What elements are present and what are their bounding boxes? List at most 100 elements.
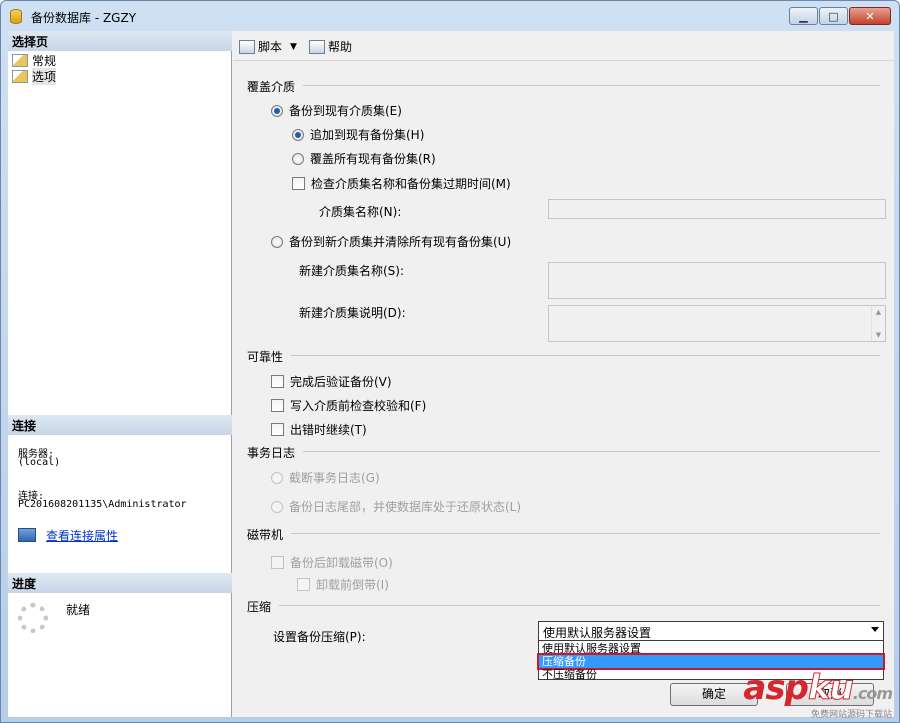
toolbar: 脚本 ▼ 帮助 xyxy=(233,31,894,61)
new-media-set-desc-input[interactable]: ▲ ▼ xyxy=(548,305,886,342)
chevron-down-icon[interactable]: ▼ xyxy=(876,331,881,339)
connection-header: 连接 xyxy=(8,415,232,435)
checkbox-perform-checksum[interactable]: 写入介质前检查校验和(F) xyxy=(271,397,426,414)
options-panel: 脚本 ▼ 帮助 覆盖介质 备份到现有介质集(E) 追加到现有备份集(H) 覆盖所… xyxy=(233,31,894,681)
select-page-header: 选择页 xyxy=(8,31,232,51)
compression-selected-value: 使用默认服务器设置 xyxy=(543,626,652,640)
watermark-logo-part: ku xyxy=(807,668,854,708)
section-title: 压缩 xyxy=(247,598,280,615)
help-button[interactable]: 帮助 xyxy=(309,38,352,55)
checkbox-unload-tape[interactable]: 备份后卸载磁带(O) xyxy=(271,554,393,571)
section-reliability: 可靠性 xyxy=(247,348,880,365)
chevron-down-icon[interactable] xyxy=(871,627,879,632)
close-icon: ✕ xyxy=(865,9,875,23)
option-label: 卸载前倒带(I) xyxy=(316,578,389,592)
compression-label: 设置备份压缩(P): xyxy=(273,630,366,644)
page-label: 选项 xyxy=(32,67,57,85)
section-divider xyxy=(247,355,880,356)
option-label: 检查介质集名称和备份集过期时间(M) xyxy=(311,177,511,191)
checkbox-continue-on-error[interactable]: 出错时继续(T) xyxy=(271,421,367,438)
option-label: 截断事务日志(G) xyxy=(289,471,380,485)
radio-icon xyxy=(271,104,283,117)
section-compression: 压缩 xyxy=(247,598,880,615)
server-value: (local) xyxy=(18,457,61,468)
new-media-set-desc-label: 新建介质集说明(D): xyxy=(299,306,406,320)
view-connection-properties-link[interactable]: 查看连接属性 xyxy=(46,527,118,544)
checkbox-icon xyxy=(271,423,284,436)
section-title: 覆盖介质 xyxy=(247,78,304,95)
radio-append-backup-set[interactable]: 追加到现有备份集(H) xyxy=(292,126,424,143)
progress-status: 就绪 xyxy=(66,603,91,617)
dropdown-option-default[interactable]: 使用默认服务器设置 xyxy=(539,642,883,655)
radio-icon xyxy=(271,235,283,248)
radio-icon xyxy=(292,128,304,141)
checkbox-icon xyxy=(292,177,305,190)
page-item-general[interactable]: 常规 xyxy=(12,52,56,68)
connection-properties-icon xyxy=(18,528,36,542)
radio-overwrite-all-backup-sets[interactable]: 覆盖所有现有备份集(R) xyxy=(292,150,436,167)
chevron-up-icon[interactable]: ▲ xyxy=(876,308,881,316)
page-icon xyxy=(12,53,28,67)
minimize-icon: ▁ xyxy=(799,9,808,23)
checkbox-icon xyxy=(271,399,284,412)
radio-backup-tail-log[interactable]: 备份日志尾部，并使数据库处于还原状态(L) xyxy=(271,498,521,515)
option-label: 备份到新介质集并清除所有现有备份集(U) xyxy=(289,235,512,249)
section-title: 磁带机 xyxy=(247,526,292,543)
title-bar[interactable]: 备份数据库 - ZGZY ▁ □ ✕ xyxy=(1,1,899,31)
section-divider xyxy=(247,605,880,606)
checkbox-check-media-set[interactable]: 检查介质集名称和备份集过期时间(M) xyxy=(292,175,511,192)
radio-icon xyxy=(271,471,283,484)
option-label: 写入介质前检查校验和(F) xyxy=(290,399,427,413)
radio-truncate-log[interactable]: 截断事务日志(G) xyxy=(271,469,380,486)
client-area: 选择页 常规 选项 连接 服务器: (local) 连接: PC20160820… xyxy=(8,31,894,717)
option-label: 覆盖所有现有备份集(R) xyxy=(310,152,436,166)
minimize-button[interactable]: ▁ xyxy=(789,7,818,25)
page-label: 常规 xyxy=(32,53,57,68)
help-label: 帮助 xyxy=(328,40,353,54)
new-media-set-name-input[interactable] xyxy=(548,262,886,299)
radio-backup-new-media[interactable]: 备份到新介质集并清除所有现有备份集(U) xyxy=(271,233,511,250)
option-label: 备份到现有介质集(E) xyxy=(289,104,402,118)
connection-value: PC201608201135\Administrator xyxy=(18,499,187,510)
radio-icon xyxy=(271,500,283,513)
section-transaction-log: 事务日志 xyxy=(247,444,880,461)
backup-database-window: 备份数据库 - ZGZY ▁ □ ✕ 选择页 常规 选项 连接 服务器: (lo… xyxy=(0,0,900,723)
compression-select[interactable]: 使用默认服务器设置 xyxy=(538,621,884,641)
page-item-options[interactable]: 选项 xyxy=(12,67,57,85)
media-set-name-label: 介质集名称(N): xyxy=(319,205,402,219)
radio-backup-existing-media[interactable]: 备份到现有介质集(E) xyxy=(271,102,402,119)
close-button[interactable]: ✕ xyxy=(849,7,891,25)
checkbox-icon xyxy=(271,556,284,569)
section-tape-drive: 磁带机 xyxy=(247,526,880,543)
section-divider xyxy=(247,533,880,534)
page-icon xyxy=(12,69,28,83)
watermark-logo: aspku.com xyxy=(743,668,893,711)
chevron-down-icon[interactable]: ▼ xyxy=(290,42,297,52)
help-icon xyxy=(309,39,325,54)
section-divider xyxy=(247,85,880,86)
radio-icon xyxy=(292,152,304,165)
checkbox-rewind-tape[interactable]: 卸载前倒带(I) xyxy=(297,576,389,593)
progress-spinner-icon xyxy=(18,603,48,633)
checkbox-verify-backup[interactable]: 完成后验证备份(V) xyxy=(271,373,392,390)
window-controls: ▁ □ ✕ xyxy=(788,7,891,25)
window-title: 备份数据库 - ZGZY xyxy=(31,11,137,25)
dropdown-option-compress[interactable]: 压缩备份 xyxy=(537,653,885,670)
script-icon xyxy=(239,39,255,54)
checkbox-icon xyxy=(271,375,284,388)
media-set-name-input[interactable] xyxy=(548,199,886,219)
option-label: 备份后卸载磁带(O) xyxy=(290,556,393,570)
option-label: 完成后验证备份(V) xyxy=(290,375,392,389)
watermark-logo-part: asp xyxy=(743,668,809,708)
maximize-button[interactable]: □ xyxy=(819,7,848,25)
section-title: 可靠性 xyxy=(247,348,292,365)
textbox-scrollbar[interactable]: ▲ ▼ xyxy=(871,306,885,341)
maximize-icon: □ xyxy=(828,9,839,23)
section-title: 事务日志 xyxy=(247,444,304,461)
watermark: aspku.com 免费网站源码下载站 xyxy=(743,668,893,721)
progress-header: 进度 xyxy=(8,573,232,593)
checkbox-icon xyxy=(297,578,310,591)
option-label: 备份日志尾部，并使数据库处于还原状态(L) xyxy=(289,500,522,514)
option-label: 追加到现有备份集(H) xyxy=(310,128,425,142)
script-button[interactable]: 脚本 ▼ xyxy=(239,38,297,55)
